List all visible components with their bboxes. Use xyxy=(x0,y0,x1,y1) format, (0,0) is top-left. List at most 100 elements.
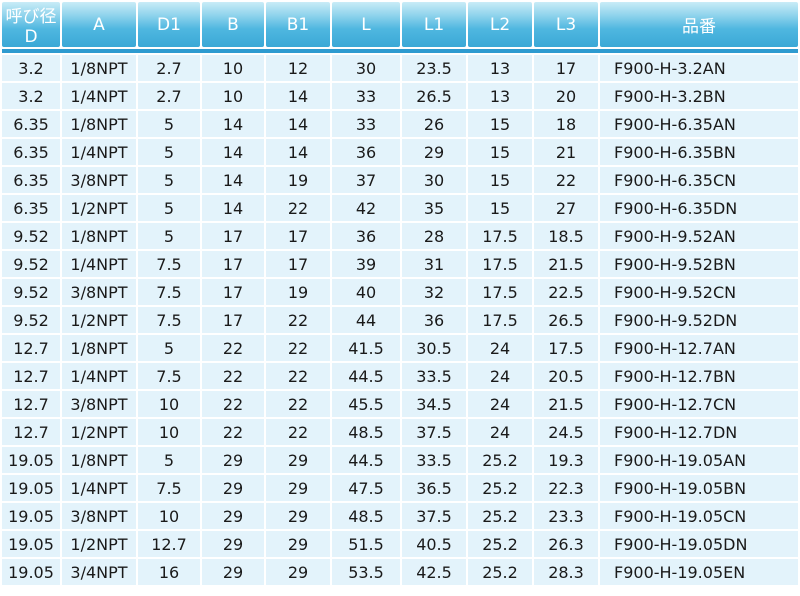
cell-nominal-diameter: 3.2 xyxy=(2,83,60,109)
cell-d1: 10 xyxy=(138,419,200,445)
table-row: 6.35 3/8NPT 5 14 19 37 30 15 22 F900-H-6.35CN xyxy=(2,167,798,193)
cell-d1: 16 xyxy=(138,559,200,585)
table-row: 6.35 1/4NPT 5 14 14 36 29 15 21 F900-H-6.35BN xyxy=(2,139,798,165)
cell-a: 1/8NPT xyxy=(62,223,136,249)
cell-l2: 25.2 xyxy=(468,531,532,557)
header-row: 呼び径D A D1 B B1 L L1 L2 L3 品番 xyxy=(2,2,798,47)
cell-l1: 40.5 xyxy=(402,531,466,557)
cell-l: 44 xyxy=(332,307,400,333)
cell-a: 1/8NPT xyxy=(62,111,136,137)
cell-l1: 29 xyxy=(402,139,466,165)
cell-b1: 12 xyxy=(266,55,330,81)
cell-l3: 26.5 xyxy=(534,307,598,333)
header-nominal-diameter: 呼び径D xyxy=(2,2,60,47)
cell-l2: 24 xyxy=(468,391,532,417)
cell-part-number: F900-H-9.52BN xyxy=(600,251,798,277)
cell-l1: 34.5 xyxy=(402,391,466,417)
cell-l2: 24 xyxy=(468,335,532,361)
cell-l3: 27 xyxy=(534,195,598,221)
cell-l1: 26 xyxy=(402,111,466,137)
cell-l2: 25.2 xyxy=(468,447,532,473)
cell-a: 1/4NPT xyxy=(62,251,136,277)
cell-nominal-diameter: 19.05 xyxy=(2,503,60,529)
table-row: 9.52 3/8NPT 7.5 17 19 40 32 17.5 22.5 F900-H-9.52… xyxy=(2,279,798,305)
table-row: 12.7 1/2NPT 10 22 22 48.5 37.5 24 24.5 F900-H-12.… xyxy=(2,419,798,445)
cell-l2: 15 xyxy=(468,111,532,137)
cell-d1: 5 xyxy=(138,223,200,249)
cell-b1: 14 xyxy=(266,111,330,137)
cell-b: 29 xyxy=(202,447,264,473)
cell-b1: 19 xyxy=(266,167,330,193)
cell-part-number: F900-H-9.52AN xyxy=(600,223,798,249)
cell-b1: 14 xyxy=(266,83,330,109)
cell-a: 3/8NPT xyxy=(62,391,136,417)
cell-l3: 18.5 xyxy=(534,223,598,249)
separator-bar xyxy=(2,49,798,53)
cell-l2: 17.5 xyxy=(468,251,532,277)
spec-table-container: 呼び径D A D1 B B1 L L1 L2 L3 品番 3.2 1/8NPT 2.… xyxy=(2,2,798,587)
header-d1: D1 xyxy=(138,2,200,47)
cell-part-number: F900-H-3.2AN xyxy=(600,55,798,81)
cell-b: 10 xyxy=(202,83,264,109)
table-row: 9.52 1/4NPT 7.5 17 17 39 31 17.5 21.5 F900-H-9.52… xyxy=(2,251,798,277)
cell-d1: 12.7 xyxy=(138,531,200,557)
cell-b1: 14 xyxy=(266,139,330,165)
cell-b: 14 xyxy=(202,111,264,137)
cell-l: 51.5 xyxy=(332,531,400,557)
cell-l3: 20 xyxy=(534,83,598,109)
cell-part-number: F900-H-19.05BN xyxy=(600,475,798,501)
table-row: 12.7 1/8NPT 5 22 22 41.5 30.5 24 17.5 F900-H-12.7… xyxy=(2,335,798,361)
cell-d1: 5 xyxy=(138,195,200,221)
cell-a: 3/8NPT xyxy=(62,279,136,305)
cell-a: 3/4NPT xyxy=(62,559,136,585)
cell-l: 48.5 xyxy=(332,503,400,529)
cell-a: 1/8NPT xyxy=(62,335,136,361)
cell-l3: 22.3 xyxy=(534,475,598,501)
table-row: 6.35 1/8NPT 5 14 14 33 26 15 18 F900-H-6.35AN xyxy=(2,111,798,137)
cell-b1: 29 xyxy=(266,559,330,585)
cell-nominal-diameter: 6.35 xyxy=(2,111,60,137)
cell-l3: 20.5 xyxy=(534,363,598,389)
cell-part-number: F900-H-3.2BN xyxy=(600,83,798,109)
cell-part-number: F900-H-9.52DN xyxy=(600,307,798,333)
cell-b: 22 xyxy=(202,419,264,445)
cell-l2: 24 xyxy=(468,419,532,445)
cell-d1: 5 xyxy=(138,447,200,473)
cell-part-number: F900-H-19.05DN xyxy=(600,531,798,557)
cell-d1: 7.5 xyxy=(138,475,200,501)
cell-b1: 22 xyxy=(266,307,330,333)
cell-part-number: F900-H-19.05AN xyxy=(600,447,798,473)
cell-part-number: F900-H-6.35AN xyxy=(600,111,798,137)
cell-l3: 17.5 xyxy=(534,335,598,361)
cell-l1: 30.5 xyxy=(402,335,466,361)
cell-l3: 22 xyxy=(534,167,598,193)
cell-l1: 28 xyxy=(402,223,466,249)
cell-b: 29 xyxy=(202,559,264,585)
cell-nominal-diameter: 9.52 xyxy=(2,279,60,305)
cell-d1: 2.7 xyxy=(138,83,200,109)
cell-a: 1/8NPT xyxy=(62,55,136,81)
table-row: 19.05 3/8NPT 10 29 29 48.5 37.5 25.2 23.3 F900-H-… xyxy=(2,503,798,529)
cell-b1: 22 xyxy=(266,195,330,221)
cell-b1: 19 xyxy=(266,279,330,305)
cell-b: 10 xyxy=(202,55,264,81)
spec-table: 呼び径D A D1 B B1 L L1 L2 L3 品番 3.2 1/8NPT 2.… xyxy=(0,0,800,587)
cell-nominal-diameter: 9.52 xyxy=(2,223,60,249)
cell-l1: 26.5 xyxy=(402,83,466,109)
table-row: 9.52 1/2NPT 7.5 17 22 44 36 17.5 26.5 F900-H-9.52… xyxy=(2,307,798,333)
cell-b1: 29 xyxy=(266,475,330,501)
cell-d1: 5 xyxy=(138,335,200,361)
cell-part-number: F900-H-12.7BN xyxy=(600,363,798,389)
cell-l: 44.5 xyxy=(332,363,400,389)
cell-b1: 22 xyxy=(266,335,330,361)
cell-nominal-diameter: 12.7 xyxy=(2,335,60,361)
table-row: 3.2 1/4NPT 2.7 10 14 33 26.5 13 20 F900-H-3.2BN xyxy=(2,83,798,109)
cell-l: 40 xyxy=(332,279,400,305)
cell-l2: 17.5 xyxy=(468,307,532,333)
cell-l1: 31 xyxy=(402,251,466,277)
cell-l: 42 xyxy=(332,195,400,221)
cell-l2: 17.5 xyxy=(468,279,532,305)
cell-b: 29 xyxy=(202,475,264,501)
cell-a: 1/4NPT xyxy=(62,363,136,389)
cell-d1: 10 xyxy=(138,503,200,529)
